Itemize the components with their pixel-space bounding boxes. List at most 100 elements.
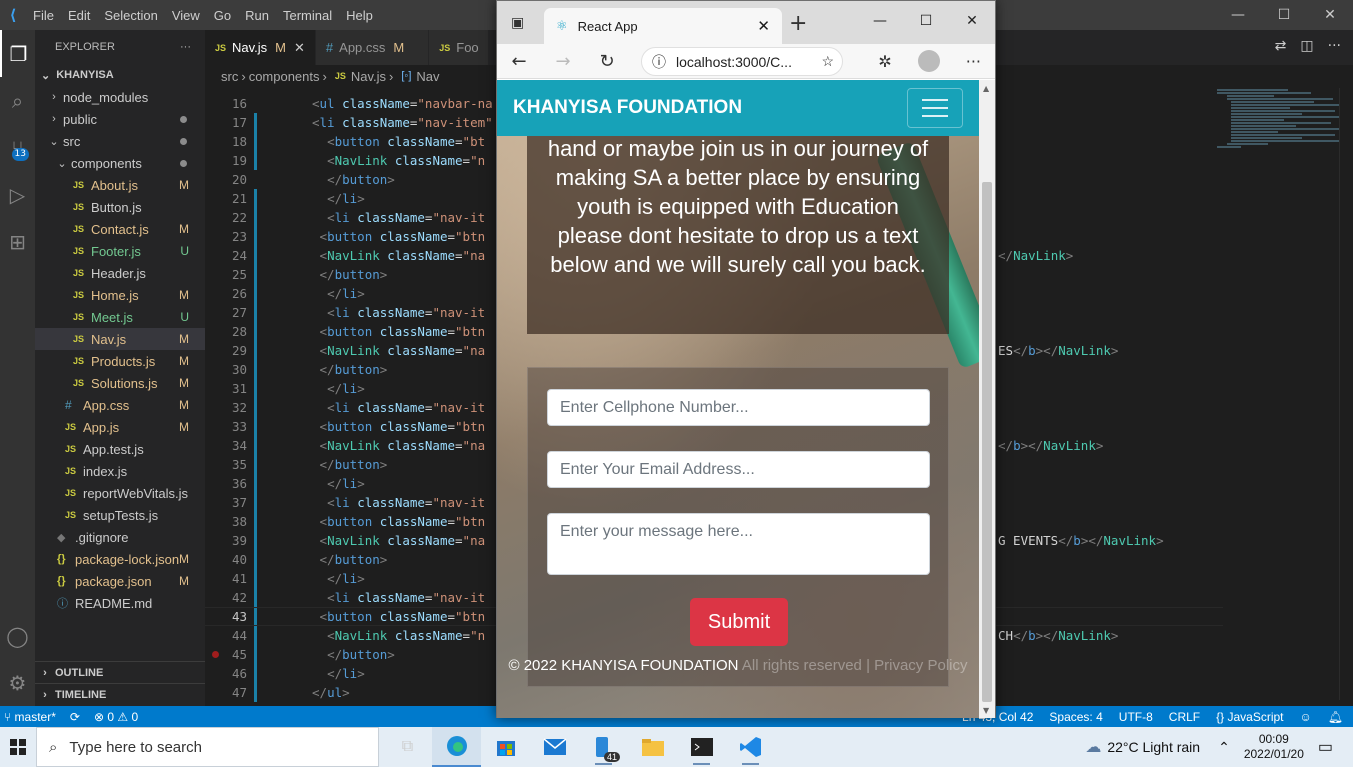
maximize-icon[interactable]: ☐ xyxy=(1261,0,1307,30)
tree-item[interactable]: JS App.test.js xyxy=(35,438,205,460)
tree-item[interactable]: ⌄ components xyxy=(35,152,205,174)
notifications-bell-icon[interactable]: 🔔︎ xyxy=(1328,710,1343,724)
breadcrumb-src[interactable]: src xyxy=(221,69,238,84)
close-icon[interactable]: ✕ xyxy=(949,1,995,41)
breadcrumb-file[interactable]: Nav.js xyxy=(351,69,386,84)
tab-nav-js[interactable]: JS Nav.js M ✕ xyxy=(205,30,316,65)
breadcrumb-symbol[interactable]: Nav xyxy=(416,69,439,84)
message-textarea[interactable]: Enter your message here... xyxy=(547,513,930,575)
tree-item[interactable]: JS Home.js M xyxy=(35,284,205,306)
tree-item[interactable]: JS Nav.js M xyxy=(35,328,205,350)
edge-browser-icon[interactable] xyxy=(432,727,481,767)
tree-item[interactable]: {} package.json M xyxy=(35,570,205,592)
tree-item[interactable]: ⓘ README.md xyxy=(35,592,205,614)
file-explorer-icon[interactable] xyxy=(628,727,677,767)
more-actions-icon[interactable]: ··· xyxy=(1328,38,1341,54)
menu-terminal[interactable]: Terminal xyxy=(276,8,339,23)
tree-item[interactable]: JS Products.js M xyxy=(35,350,205,372)
taskbar-search[interactable]: ⌕ Type here to search xyxy=(36,727,379,767)
phone-link-icon[interactable]: 41 xyxy=(579,727,628,767)
tree-item[interactable]: # App.css M xyxy=(35,394,205,416)
terminal-icon[interactable] xyxy=(677,727,726,767)
settings-gear-icon[interactable]: ⚙ xyxy=(0,659,35,706)
scrollbar-thumb[interactable] xyxy=(982,182,992,702)
vscode-app-icon[interactable] xyxy=(726,727,775,767)
account-icon[interactable]: ◯ xyxy=(0,612,35,659)
tree-item[interactable]: ◆ .gitignore xyxy=(35,526,205,548)
tree-item[interactable]: › public xyxy=(35,108,205,130)
page-scrollbar[interactable]: ▲ ▼ xyxy=(979,80,995,718)
breadcrumb-components[interactable]: components xyxy=(249,69,320,84)
breakpoint-icon[interactable] xyxy=(212,651,219,658)
menu-file[interactable]: File xyxy=(26,8,61,23)
tree-item[interactable]: ⌄ src xyxy=(35,130,205,152)
tree-item[interactable]: › node_modules xyxy=(35,86,205,108)
explorer-icon[interactable]: ❐ xyxy=(0,30,35,77)
minimize-icon[interactable]: — xyxy=(857,1,903,41)
cellphone-input[interactable]: Enter Cellphone Number... xyxy=(547,389,930,426)
workspace-folder[interactable]: ⌄ KHANYISA xyxy=(35,64,205,86)
submit-button[interactable]: Submit xyxy=(690,598,788,646)
forward-icon[interactable]: → xyxy=(541,51,585,72)
scroll-down-icon[interactable]: ▼ xyxy=(983,706,989,715)
profile-avatar-icon[interactable] xyxy=(917,50,940,72)
source-control-icon[interactable]: ⑂13 xyxy=(0,124,35,171)
navbar-toggler-button[interactable] xyxy=(907,88,963,128)
outline-section[interactable]: › OUTLINE xyxy=(35,661,205,683)
close-tab-icon[interactable]: ✕ xyxy=(757,17,770,35)
tree-item[interactable]: JS setupTests.js xyxy=(35,504,205,526)
favorite-star-icon[interactable]: ☆ xyxy=(821,53,834,70)
minimap[interactable] xyxy=(1217,88,1344,228)
menu-selection[interactable]: Selection xyxy=(97,8,164,23)
extensions-icon[interactable]: ✲ xyxy=(878,52,891,71)
browser-tab[interactable]: ⚛ React App ✕ xyxy=(544,8,782,44)
info-icon[interactable]: ⓘ xyxy=(652,52,666,72)
split-editor-icon[interactable]: ◫ xyxy=(1300,38,1313,54)
maximize-icon[interactable]: ☐ xyxy=(903,1,949,41)
tab-footer-js[interactable]: JS Foo xyxy=(429,30,490,65)
task-view-icon[interactable]: ⧉ xyxy=(383,727,432,767)
site-brand[interactable]: KHANYISA FOUNDATION xyxy=(513,97,742,119)
windows-start-icon[interactable] xyxy=(0,739,36,755)
notification-center-icon[interactable]: ▭ xyxy=(1318,737,1333,757)
close-tab-icon[interactable]: ✕ xyxy=(294,40,305,56)
tree-item[interactable]: JS App.js M xyxy=(35,416,205,438)
more-menu-icon[interactable]: ··· xyxy=(966,52,981,71)
encoding[interactable]: UTF-8 xyxy=(1119,710,1153,724)
chevron-up-icon[interactable]: ⌃ xyxy=(1218,739,1230,756)
clock[interactable]: 00:09 2022/01/20 xyxy=(1244,732,1304,762)
mail-icon[interactable] xyxy=(530,727,579,767)
menu-view[interactable]: View xyxy=(165,8,207,23)
tab-app-css[interactable]: # App.css M xyxy=(315,30,430,65)
line-ending[interactable]: CRLF xyxy=(1169,710,1200,724)
tree-item[interactable]: JS reportWebVitals.js xyxy=(35,482,205,504)
tree-item[interactable]: JS Meet.js U xyxy=(35,306,205,328)
minimize-icon[interactable]: — xyxy=(1215,0,1261,30)
address-bar[interactable]: ⓘ localhost:3000/C... ☆ xyxy=(641,47,843,76)
tree-item[interactable]: JS Button.js xyxy=(35,196,205,218)
tree-item[interactable]: JS Footer.js U xyxy=(35,240,205,262)
menu-help[interactable]: Help xyxy=(339,8,380,23)
timeline-section[interactable]: › TIMELINE xyxy=(35,683,205,705)
feedback-icon[interactable]: ☺ xyxy=(1300,710,1312,724)
language-mode[interactable]: {} JavaScript xyxy=(1216,710,1283,724)
tree-item[interactable]: JS index.js xyxy=(35,460,205,482)
more-actions-icon[interactable]: ··· xyxy=(180,41,191,53)
editor-scrollbar[interactable] xyxy=(1339,88,1353,700)
run-debug-icon[interactable]: ▷ xyxy=(0,171,35,218)
tab-actions-icon[interactable]: ▣ xyxy=(511,15,524,31)
new-tab-icon[interactable]: + xyxy=(789,11,807,36)
extensions-icon[interactable]: ⊞ xyxy=(0,218,35,265)
indentation[interactable]: Spaces: 4 xyxy=(1049,710,1102,724)
weather-text[interactable]: 22°C Light rain xyxy=(1107,739,1200,755)
close-icon[interactable]: ✕ xyxy=(1307,0,1353,30)
menu-edit[interactable]: Edit xyxy=(61,8,97,23)
back-icon[interactable]: ← xyxy=(497,51,541,72)
scroll-up-icon[interactable]: ▲ xyxy=(983,84,989,93)
compare-changes-icon[interactable]: ⇄ xyxy=(1275,38,1287,54)
tree-item[interactable]: JS About.js M xyxy=(35,174,205,196)
tree-item[interactable]: {} package-lock.json M xyxy=(35,548,205,570)
menu-go[interactable]: Go xyxy=(207,8,238,23)
footer-rights[interactable]: All rights reserved | Privacy Policy xyxy=(739,657,968,674)
search-icon[interactable]: ⌕ xyxy=(0,77,35,124)
